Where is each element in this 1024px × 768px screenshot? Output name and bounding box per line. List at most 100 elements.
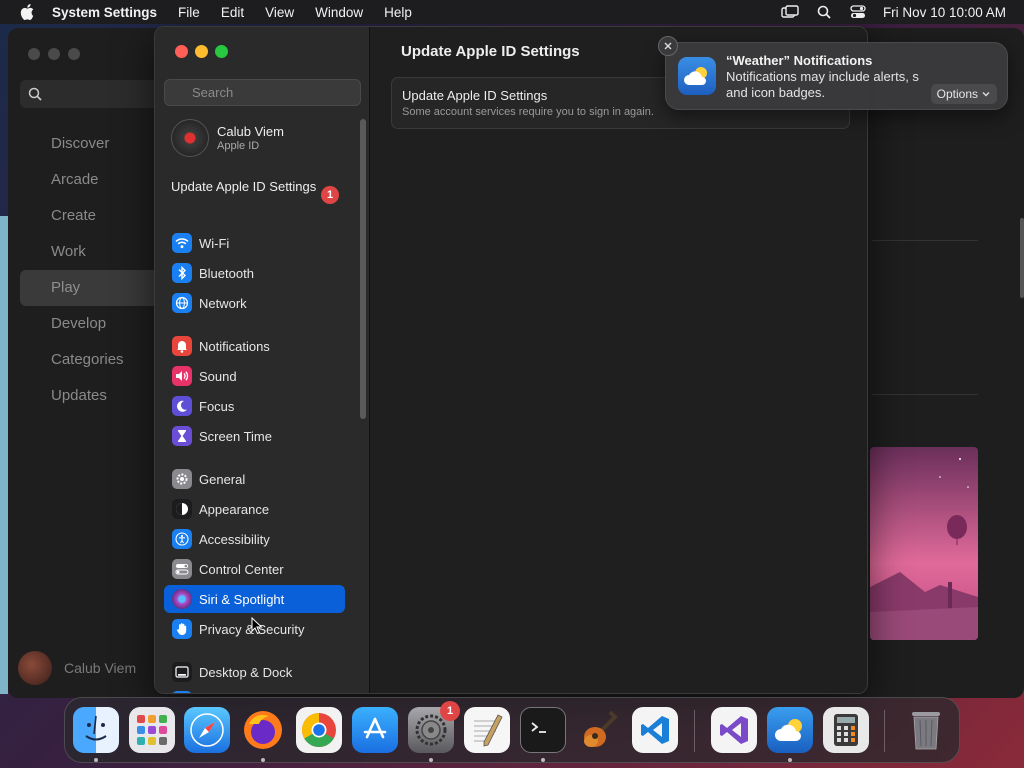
dock-separator [694, 710, 695, 752]
sidebar-item-label: Notifications [199, 338, 270, 354]
notification-options-button[interactable]: Options [930, 84, 997, 104]
bell-icon [172, 336, 192, 356]
sidebar-item-appearance[interactable]: Appearance [164, 495, 345, 523]
finder-icon[interactable] [73, 707, 119, 753]
safari-icon[interactable] [184, 707, 230, 753]
chrome-icon[interactable] [296, 707, 342, 753]
menu-app-name[interactable]: System Settings [52, 5, 157, 20]
weather-notification[interactable]: “Weather” Notifications Notifications ma… [665, 42, 1008, 110]
menu-bar: System Settings File Edit View Window He… [0, 0, 1024, 24]
bg-nav-updates[interactable]: Updates [20, 378, 170, 414]
apple-id-account[interactable]: Calub Viem Apple ID [171, 119, 284, 157]
options-label: Options [936, 87, 978, 101]
menu-view[interactable]: View [265, 5, 294, 20]
zoom-window-button[interactable] [215, 45, 228, 58]
sidebar-item-focus[interactable]: Focus [164, 392, 345, 420]
close-window-button[interactable] [175, 45, 188, 58]
card-subtitle: Some account services require you to sig… [402, 106, 654, 118]
featured-artwork[interactable] [870, 447, 978, 640]
sidebar-item-sound[interactable]: Sound [164, 362, 345, 390]
bg-user-account[interactable]: Calub Viem [18, 651, 136, 685]
wifi-icon [172, 233, 192, 253]
bg-nav-develop[interactable]: Develop [20, 306, 170, 342]
settings-search-input[interactable] [164, 79, 361, 106]
menu-help[interactable]: Help [384, 5, 412, 20]
sidebar-item-notifications[interactable]: Notifications [164, 332, 345, 360]
sidebar-item-desktop-dock[interactable]: Desktop & Dock [164, 658, 345, 686]
siri-icon [172, 589, 192, 609]
vscode-icon[interactable] [632, 707, 678, 753]
window-controls [175, 45, 235, 58]
moon-icon [172, 396, 192, 416]
page-title: Update Apple ID Settings [401, 43, 580, 60]
bg-nav-categories[interactable]: Categories [20, 342, 170, 378]
bg-nav-create[interactable]: Create [20, 198, 170, 234]
notification-body-line: and icon badges. [726, 85, 826, 100]
screen-mirroring-icon[interactable] [781, 4, 799, 20]
avatar [18, 651, 52, 685]
garageband-icon[interactable] [576, 707, 622, 753]
hand-icon [172, 619, 192, 639]
sidebar-item-control-center[interactable]: Control Center [164, 555, 345, 583]
divider [872, 240, 978, 241]
bg-nav-play[interactable]: Play [20, 270, 170, 306]
firefox-icon[interactable] [240, 707, 286, 753]
sidebar-item-wifi[interactable]: Wi-Fi [164, 229, 345, 257]
globe-icon [172, 293, 192, 313]
minimize-window-button[interactable] [195, 45, 208, 58]
chevron-down-icon [982, 92, 990, 97]
sidebar-item-label: Screen Time [199, 428, 272, 444]
dock-icon [172, 662, 192, 682]
sidebar-item-general[interactable]: General [164, 465, 345, 493]
terminal-icon[interactable] [520, 707, 566, 753]
bg-nav-discover[interactable]: Discover [20, 126, 170, 162]
notification-badge: 1 [321, 186, 339, 204]
spotlight-search-icon[interactable] [815, 4, 833, 20]
control-center-icon[interactable] [849, 4, 867, 20]
trash-icon[interactable] [903, 707, 949, 753]
bg-sidebar-nav: Discover Arcade Create Work Play Develop… [20, 126, 170, 414]
launchpad-icon[interactable] [129, 707, 175, 753]
dock-separator [884, 710, 885, 752]
hourglass-icon [172, 426, 192, 446]
bg-scrollbar[interactable] [1020, 218, 1024, 298]
notification-body: Notifications may include alerts, s and … [726, 69, 956, 101]
calculator-icon[interactable] [823, 707, 869, 753]
sidebar-item-label: Wi-Fi [199, 235, 230, 251]
menu-window[interactable]: Window [315, 5, 363, 20]
gear-icon [172, 469, 192, 489]
menu-clock[interactable]: Fri Nov 10 10:00 AM [883, 5, 1006, 20]
running-indicator [261, 758, 265, 762]
sidebar-item-bluetooth[interactable]: Bluetooth [164, 259, 345, 287]
bg-nav-work[interactable]: Work [20, 234, 170, 270]
sidebar-item-partial [172, 691, 192, 693]
app-store-icon[interactable] [352, 707, 398, 753]
bg-traffic-lights [28, 48, 88, 60]
notification-close-button[interactable] [658, 36, 678, 56]
sidebar-item-siri-spotlight[interactable]: Siri & Spotlight [164, 585, 345, 613]
running-indicator [429, 758, 433, 762]
settings-detail-pane: Update Apple ID Settings Update Apple ID… [371, 27, 867, 693]
card-title: Update Apple ID Settings [402, 88, 548, 103]
textedit-icon[interactable] [464, 707, 510, 753]
sidebar-item-accessibility[interactable]: Accessibility [164, 525, 345, 553]
weather-icon[interactable] [767, 707, 813, 753]
sidebar-item-network[interactable]: Network [164, 289, 345, 317]
update-apple-id-item[interactable]: Update Apple ID Settings [171, 179, 341, 195]
sidebar-item-label: Accessibility [199, 531, 270, 547]
sidebar-item-screen-time[interactable]: Screen Time [164, 422, 345, 450]
weather-icon [678, 57, 716, 95]
sidebar-item-label: Network [199, 295, 247, 311]
visual-studio-icon[interactable] [711, 707, 757, 753]
apple-icon[interactable] [20, 4, 34, 20]
sidebar-item-label: General [199, 471, 246, 487]
dock: 1 [64, 697, 960, 763]
toggles-icon [172, 559, 192, 579]
speaker-icon [172, 366, 192, 386]
menu-edit[interactable]: Edit [221, 5, 244, 20]
bg-nav-arcade[interactable]: Arcade [20, 162, 170, 198]
sidebar-scrollbar[interactable] [360, 119, 366, 419]
sidebar-item-label: Control Center [199, 561, 284, 577]
system-settings-window[interactable]: Calub Viem Apple ID Update Apple ID Sett… [154, 26, 868, 694]
menu-file[interactable]: File [178, 5, 200, 20]
